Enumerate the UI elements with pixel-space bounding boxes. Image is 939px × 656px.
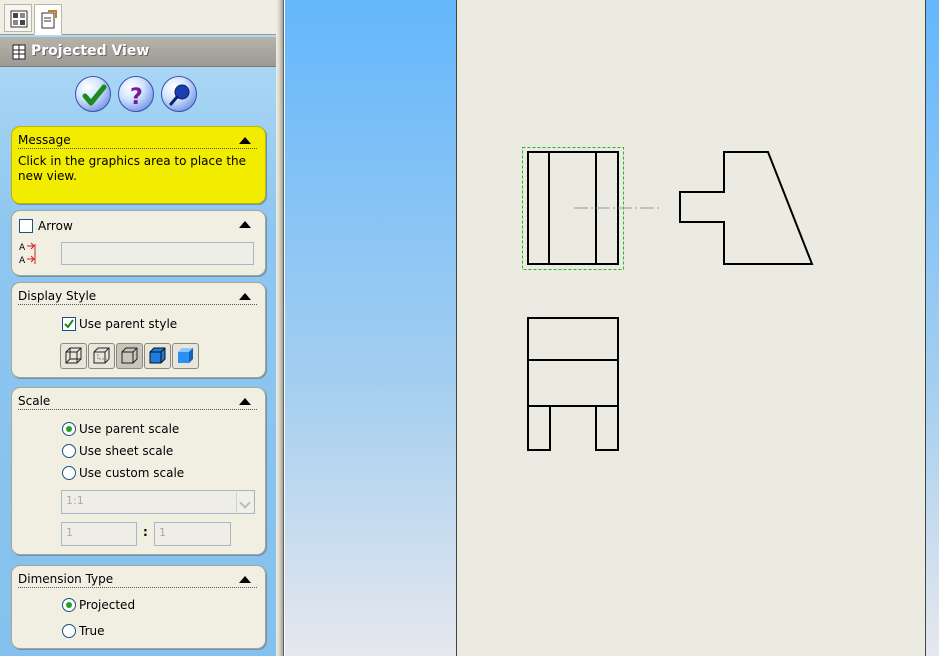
hidden-lines-removed-button[interactable] <box>116 343 143 369</box>
true-radio[interactable] <box>62 624 76 638</box>
scale-header[interactable]: Scale <box>18 394 257 410</box>
projected-label: Projected <box>79 598 136 612</box>
svg-text:A: A <box>19 243 26 253</box>
side-view[interactable] <box>679 151 814 265</box>
use-sheet-scale-label: Use sheet scale <box>79 444 174 458</box>
scale-denominator-input[interactable]: 1 <box>154 522 231 546</box>
use-sheet-scale-radio[interactable] <box>62 444 76 458</box>
use-custom-scale-label: Use custom scale <box>79 466 185 480</box>
use-parent-scale-label: Use parent scale <box>79 422 180 436</box>
hidden-lines-visible-cube-icon <box>93 347 110 364</box>
chevron-down-icon[interactable] <box>236 492 253 512</box>
pushpin-icon <box>169 84 190 106</box>
panel-title-bar: Projected View <box>0 37 276 67</box>
collapse-arrow-icon[interactable] <box>239 398 251 405</box>
property-manager-panel: Projected View ? Message Click in the gr… <box>0 0 276 656</box>
panel-title: Projected View <box>31 43 150 59</box>
wireframe-cube-icon <box>65 347 82 364</box>
view-label-icon: A A <box>19 242 36 266</box>
scale-separator: : <box>143 525 148 539</box>
projected-radio[interactable] <box>62 598 76 612</box>
green-check-icon <box>82 84 107 106</box>
panel-tabs <box>0 0 276 35</box>
true-label: True <box>79 624 105 638</box>
arrow-label: Arrow <box>38 219 73 233</box>
arrow-checkbox[interactable] <box>19 219 33 233</box>
use-custom-scale-radio[interactable] <box>62 466 76 480</box>
use-parent-scale-radio[interactable] <box>62 422 76 436</box>
hidden-lines-visible-button[interactable] <box>88 343 115 369</box>
arrow-label-input[interactable] <box>61 242 254 265</box>
property-manager-tab[interactable] <box>34 4 62 35</box>
shaded-button[interactable] <box>172 343 199 369</box>
projected-view-icon <box>12 44 26 60</box>
dimension-type-group: Dimension Type Projected True <box>11 565 266 649</box>
collapse-arrow-icon[interactable] <box>239 576 251 583</box>
panel-splitter[interactable] <box>276 0 284 656</box>
shaded-with-edges-cube-icon <box>149 347 166 364</box>
use-parent-style-checkbox[interactable] <box>62 317 76 331</box>
collapse-arrow-icon[interactable] <box>239 293 251 300</box>
scale-group: Scale Use parent scale Use sheet scale U… <box>11 387 266 555</box>
message-title: Message <box>18 133 71 147</box>
scale-numerator-input[interactable]: 1 <box>61 522 137 546</box>
collapse-arrow-icon[interactable] <box>239 221 251 228</box>
message-text: Click in the graphics area to place the … <box>18 154 247 183</box>
property-manager-tab-icon <box>41 10 57 29</box>
drawing-views <box>522 147 814 451</box>
feature-manager-tab[interactable] <box>4 4 32 32</box>
display-style-header[interactable]: Display Style <box>18 289 257 305</box>
detailed-preview-button[interactable] <box>161 76 197 112</box>
message-group-header[interactable]: Message <box>18 133 257 149</box>
wireframe-button[interactable] <box>60 343 87 369</box>
check-icon <box>64 319 74 329</box>
hidden-lines-removed-cube-icon <box>121 347 138 364</box>
svg-text:?: ? <box>130 85 143 110</box>
feature-manager-tab-icon <box>10 10 28 28</box>
projected-view-preview[interactable] <box>527 317 619 451</box>
custom-scale-value: 1:1 <box>66 494 84 507</box>
shaded-cube-icon <box>178 348 193 363</box>
help-button[interactable]: ? <box>118 76 154 112</box>
question-mark-icon: ? <box>130 85 143 110</box>
shaded-with-edges-button[interactable] <box>144 343 171 369</box>
message-group: Message Click in the graphics area to pl… <box>11 126 266 204</box>
custom-scale-dropdown[interactable]: 1:1 <box>61 490 255 514</box>
display-style-title: Display Style <box>18 289 97 303</box>
scale-title: Scale <box>18 394 51 408</box>
ok-button[interactable] <box>75 76 111 112</box>
svg-text:A: A <box>19 256 26 266</box>
use-parent-style-label: Use parent style <box>79 317 178 331</box>
dimension-type-title: Dimension Type <box>18 572 114 586</box>
dimension-type-header[interactable]: Dimension Type <box>18 572 257 588</box>
arrow-group: Arrow A A <box>11 210 266 276</box>
collapse-arrow-icon[interactable] <box>239 137 251 144</box>
